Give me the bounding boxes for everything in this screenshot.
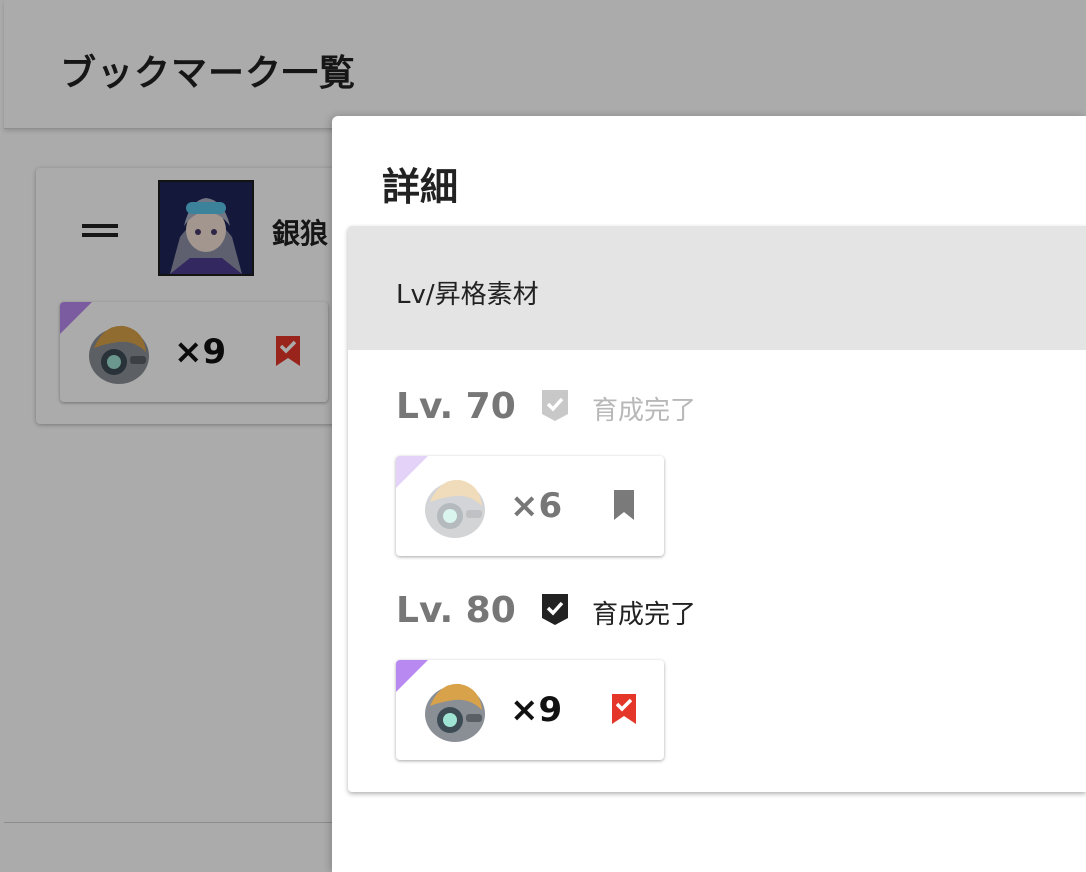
helmet-material-icon	[425, 479, 485, 538]
material-card-lv80[interactable]: ×9	[396, 660, 664, 760]
panel-header-label: Lv/昇格素材	[396, 280, 539, 310]
panel-header[interactable]: Lv/昇格素材	[348, 226, 1086, 350]
check-unchecked-icon[interactable]	[540, 388, 570, 422]
level-label: Lv. 80	[396, 590, 516, 631]
dialog-title: 詳細	[382, 165, 459, 209]
check-checked-icon[interactable]	[540, 592, 570, 626]
status-label: 育成完了	[592, 600, 697, 630]
app-page: ブックマーク一覧 銀狼 ×9 詳細 Lv/昇格素材 Lv. 70 育成完了 ×6…	[0, 0, 1086, 872]
bookmark-icon[interactable]	[610, 488, 638, 522]
detail-dialog: 詳細 Lv/昇格素材 Lv. 70 育成完了 ×6 Lv. 80 育成完了 ×9	[332, 116, 1086, 872]
helmet-material-icon	[425, 683, 485, 742]
material-quantity: ×9	[510, 690, 563, 730]
level-materials-panel: Lv/昇格素材 Lv. 70 育成完了 ×6 Lv. 80 育成完了 ×9	[348, 226, 1086, 792]
level-label: Lv. 70	[396, 386, 516, 427]
material-card-lv70[interactable]: ×6	[396, 456, 664, 556]
bookmark-checked-icon[interactable]	[610, 692, 638, 726]
material-quantity: ×6	[510, 486, 563, 526]
status-label: 育成完了	[592, 396, 697, 426]
